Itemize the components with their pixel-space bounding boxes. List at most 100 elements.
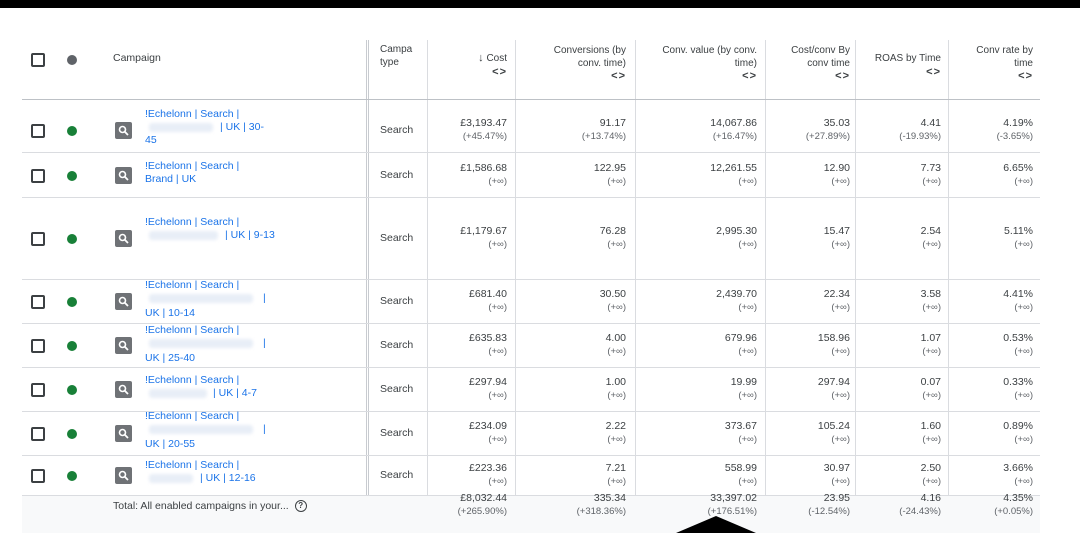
cell-cost-conv: 158.96 (+∞) <box>817 332 850 357</box>
row-divider <box>22 197 1040 198</box>
status-enabled-dot[interactable] <box>67 341 77 351</box>
search-icon <box>115 425 132 442</box>
cell-cost-conv: 35.03 (+27.89%) <box>805 116 850 142</box>
cell-conv-value: 558.99 (+∞) <box>724 462 757 487</box>
column-divider <box>855 40 856 525</box>
campaign-type: Search <box>380 295 414 307</box>
cell-conv-value: 373.67 (+∞) <box>724 420 757 445</box>
search-icon <box>115 381 132 398</box>
header-roas[interactable]: ROAS by Time <> <box>860 53 941 121</box>
cell-conv-rate: 4.41% (+∞) <box>1003 288 1033 313</box>
campaign-name-link[interactable]: !Echelonn | Search | | UK | 20-55 <box>145 410 355 454</box>
cell-conv-value: 679.96 (+∞) <box>724 332 757 357</box>
status-header-dot <box>67 55 77 65</box>
row-checkbox[interactable] <box>31 168 45 183</box>
cell-cost: £635.83 (+∞) <box>469 332 507 357</box>
row-checkbox[interactable] <box>31 469 45 483</box>
row-divider <box>22 455 1040 456</box>
search-icon <box>115 467 132 484</box>
cell-cost-conv: 22.34 (+∞) <box>823 288 850 313</box>
cell-roas: 2.50 (+∞) <box>920 462 941 487</box>
column-divider <box>427 40 428 525</box>
cell-cost-conv: 105.24 (+∞) <box>817 420 850 445</box>
top-bar <box>0 0 1080 8</box>
column-divider <box>635 40 636 525</box>
scroll-indicator <box>676 516 756 533</box>
cell-roas: 3.58 (+∞) <box>920 288 941 313</box>
status-enabled-dot[interactable] <box>67 385 77 395</box>
cell-conversions: 30.50 (+∞) <box>599 288 626 313</box>
row-checkbox[interactable] <box>31 427 45 441</box>
campaign-type: Search <box>380 383 414 395</box>
header-conv-rate[interactable]: Conv rate by time <> <box>955 45 1033 113</box>
cell-conversions: 2.22 (+∞) <box>605 420 626 445</box>
cell-cost-conv: 12.90 (+∞) <box>823 161 850 187</box>
cell-roas: 7.73 (+∞) <box>920 161 941 187</box>
status-enabled-dot[interactable] <box>67 429 77 439</box>
header-cost-conv[interactable]: Cost/conv By conv time <> <box>770 45 850 113</box>
redacted-text <box>149 339 253 348</box>
header-cost[interactable]: ↓ Cost <> <box>430 52 507 120</box>
cell-conv-value: 2,995.30 (+∞) <box>716 225 757 250</box>
sort-down-icon: ↓ <box>478 52 484 64</box>
expand-icon[interactable]: <> <box>640 70 757 83</box>
cell-conversions: 91.17 (+13.74%) <box>581 116 626 142</box>
row-checkbox[interactable] <box>31 232 45 246</box>
column-divider <box>515 40 516 525</box>
cell-conversions: 4.00 (+∞) <box>605 332 626 357</box>
cell-conversions: 1.00 (+∞) <box>605 376 626 401</box>
select-all-checkbox[interactable] <box>31 53 45 67</box>
expand-icon[interactable]: <> <box>955 70 1033 83</box>
campaign-type: Search <box>380 123 414 136</box>
campaign-type: Search <box>380 339 414 351</box>
campaign-type: Search <box>380 469 414 481</box>
total-conversions: 335.34 (+318.36%) <box>576 492 626 517</box>
redacted-text <box>149 389 207 398</box>
column-divider <box>366 40 369 525</box>
cell-conv-rate: 3.66% (+∞) <box>1003 462 1033 487</box>
campaign-name-link[interactable]: !Echelonn | Search | | UK | 12-16 <box>145 459 355 499</box>
cell-cost: £681.40 (+∞) <box>469 288 507 313</box>
cell-conv-value: 14,067.86 (+16.47%) <box>710 116 757 142</box>
cell-cost-conv: 30.97 (+∞) <box>823 462 850 487</box>
cell-roas: 1.07 (+∞) <box>920 332 941 357</box>
row-checkbox[interactable] <box>31 123 45 138</box>
campaign-name-link[interactable]: !Echelonn | Search | | UK | 30- 45 <box>145 108 355 153</box>
campaign-table: Campaign Campa type ↓ Cost <> Conversions… <box>0 8 1080 533</box>
campaign-name-link[interactable]: !Echelonn | Search | Brand | UK <box>145 160 355 205</box>
cell-conv-rate: 4.19% (-3.65%) <box>996 116 1033 142</box>
help-icon[interactable]: ? <box>294 500 307 513</box>
status-enabled-dot[interactable] <box>67 297 77 307</box>
campaign-type: Search <box>380 232 414 244</box>
campaign-type: Search <box>380 168 414 181</box>
header-conv-value[interactable]: Conv. value (by conv. time) <> <box>640 45 757 113</box>
cell-conversions: 7.21 (+∞) <box>605 462 626 487</box>
cell-conv-value: 12,261.55 (+∞) <box>710 161 757 187</box>
status-enabled-dot[interactable] <box>67 170 77 181</box>
cell-cost: £297.94 (+∞) <box>469 376 507 401</box>
campaign-name-link[interactable]: !Echelonn | Search | | UK | 25-40 <box>145 324 355 368</box>
expand-icon[interactable]: <> <box>430 66 507 79</box>
campaign-name-link[interactable]: !Echelonn | Search | | UK | 10-14 <box>145 279 355 323</box>
cell-conv-rate: 6.65% (+∞) <box>1003 161 1033 187</box>
cell-cost-conv: 15.47 (+∞) <box>823 225 850 250</box>
cell-conv-value: 19.99 (+∞) <box>730 376 757 401</box>
header-conversions[interactable]: Conversions (by conv. time) <> <box>520 45 626 113</box>
expand-icon[interactable]: <> <box>860 66 941 79</box>
header-campaign-type[interactable]: Campa type <box>380 44 412 112</box>
row-checkbox[interactable] <box>31 383 45 397</box>
expand-icon[interactable]: <> <box>520 70 626 83</box>
cell-roas: 1.60 (+∞) <box>920 420 941 445</box>
cell-roas: 0.07 (+∞) <box>920 376 941 401</box>
cell-conv-value: 2,439.70 (+∞) <box>716 288 757 313</box>
status-enabled-dot[interactable] <box>67 234 77 244</box>
row-divider <box>22 367 1040 368</box>
row-checkbox[interactable] <box>31 339 45 353</box>
row-checkbox[interactable] <box>31 295 45 309</box>
redacted-text <box>149 123 213 132</box>
expand-icon[interactable]: <> <box>770 70 850 83</box>
redacted-text <box>149 474 193 483</box>
status-enabled-dot[interactable] <box>67 125 77 136</box>
status-enabled-dot[interactable] <box>67 471 77 481</box>
total-cost-conv: 23.95 (-12.54%) <box>808 492 850 517</box>
